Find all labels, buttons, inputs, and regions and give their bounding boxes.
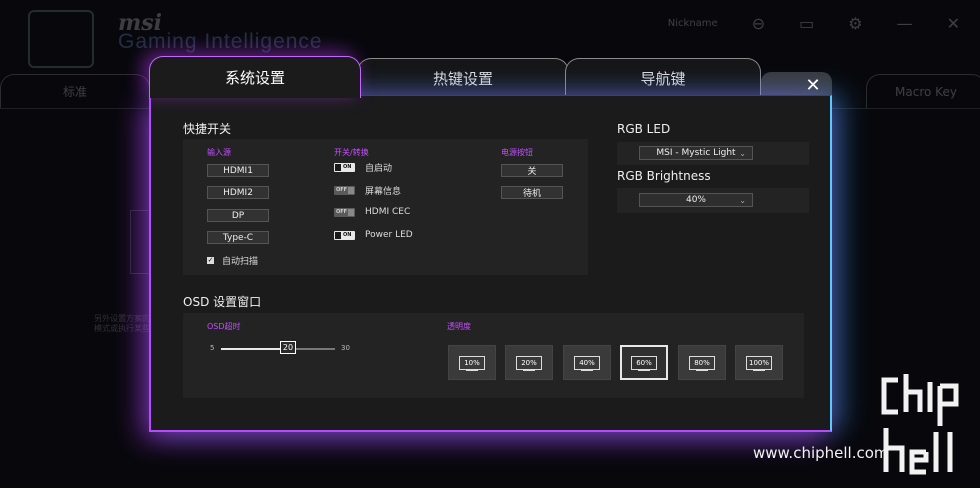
power-button-title: 电源按钮 [501, 148, 533, 157]
input-hdmi2-button[interactable]: HDMI2 [207, 186, 269, 199]
chevron-down-icon: ⌄ [739, 196, 746, 205]
osd-slider-thumb[interactable]: 20 [280, 341, 296, 354]
hdmi-cec-label: HDMI CEC [365, 207, 411, 217]
rgb-led-value: MSI - Mystic Light [656, 148, 736, 158]
transparency-10-button[interactable]: 10% [448, 345, 496, 380]
minus-circle-icon[interactable]: ⊖ [752, 14, 765, 33]
tab-navigation-keys[interactable]: 导航键 [565, 58, 761, 98]
monitor-icon: 20% [516, 355, 542, 371]
monitor-icon: 100% [746, 355, 772, 371]
input-source-title: 输入源 [207, 148, 231, 157]
toggle-row-screen-info: OFF 屏幕信息 [334, 184, 401, 197]
osd-timeout-max: 30 [341, 344, 350, 352]
power-led-label: Power LED [365, 230, 413, 240]
osd-timeout-min: 5 [210, 344, 215, 352]
quick-switch-title: 快捷开关 [183, 122, 232, 136]
input-hdmi1-button[interactable]: HDMI1 [207, 164, 269, 177]
autostart-toggle[interactable]: ON [334, 163, 355, 172]
nickname-label[interactable]: Nickname [668, 14, 718, 33]
transparency-100-button[interactable]: 100% [735, 345, 783, 380]
settings-dialog: 快捷开关 输入源 HDMI1 HDMI2 DP Type-C ✓ 自动扫描 开关… [149, 95, 832, 432]
quick-switch-panel: 输入源 HDMI1 HDMI2 DP Type-C ✓ 自动扫描 开关/转换 O… [183, 139, 588, 275]
monitor-icon: 80% [689, 355, 715, 371]
rgb-led-panel: MSI - Mystic Light ⌄ [617, 142, 809, 165]
minimize-icon[interactable]: — [897, 14, 913, 33]
toggle-row-power-led: ON Power LED [334, 230, 413, 240]
auto-scan-label: 自动扫描 [222, 257, 259, 267]
osd-timeout-title: OSD超时 [207, 322, 241, 331]
input-dp-button[interactable]: DP [207, 209, 269, 222]
monitor-icon: 60% [631, 355, 657, 371]
toggle-row-hdmi-cec: OFF HDMI CEC [334, 207, 410, 217]
transparency-80-button[interactable]: 80% [678, 345, 726, 380]
app-logo-icon [28, 10, 94, 68]
transparency-60-button[interactable]: 60% [620, 345, 668, 380]
transparency-title: 透明度 [447, 322, 471, 331]
dialog-close-button[interactable]: ✕ [800, 74, 826, 96]
bg-side-text: 另外设置方案的 模式或执行某些 [94, 314, 150, 333]
rgb-led-title: RGB LED [617, 122, 671, 136]
top-icons: Nickname ⊖ ▭ ⚙ — ✕ [668, 14, 960, 33]
rgb-brightness-value: 40% [685, 195, 706, 205]
app-title: Gaming Intelligence [118, 30, 323, 53]
toggle-title: 开关/转换 [334, 148, 369, 157]
power-standby-button[interactable]: 待机 [501, 186, 563, 199]
input-typec-button[interactable]: Type-C [207, 231, 269, 244]
gear-icon[interactable]: ⚙ [848, 14, 862, 33]
screen-info-label: 屏幕信息 [365, 187, 402, 197]
rgb-brightness-dropdown[interactable]: 40% ⌄ [639, 193, 753, 207]
close-icon[interactable]: ✕ [947, 14, 960, 33]
watermark-site: www.chiphell.com [753, 444, 889, 462]
transparency-20-button[interactable]: 20% [505, 345, 553, 380]
tab-standard[interactable]: 标准 [0, 74, 150, 108]
chevron-down-icon: ⌄ [739, 149, 746, 158]
screen-info-toggle[interactable]: OFF [334, 186, 355, 195]
toggle-row-autostart: ON 自启动 [334, 161, 392, 174]
monitor-icon: 10% [459, 355, 485, 371]
power-led-toggle[interactable]: ON [334, 230, 355, 240]
chiphell-logo-icon [881, 374, 959, 475]
autostart-label: 自启动 [365, 164, 393, 174]
settings-tabs: 热键设置 导航键 系统设置 [149, 56, 832, 98]
rgb-led-dropdown[interactable]: MSI - Mystic Light ⌄ [639, 146, 753, 160]
transparency-40-button[interactable]: 40% [563, 345, 611, 380]
tab-macro-key[interactable]: Macro Key [866, 74, 980, 108]
rgb-brightness-title: RGB Brightness [617, 169, 711, 183]
power-off-button[interactable]: 关 [501, 164, 563, 177]
osd-title: OSD 设置窗口 [183, 295, 262, 309]
osd-panel: OSD超时 5 20 30 透明度 10% 20% 40% 60% 80% 10… [183, 313, 804, 398]
tab-hotkey-settings[interactable]: 热键设置 [357, 58, 569, 98]
auto-scan-row[interactable]: ✓ 自动扫描 [207, 254, 258, 267]
auto-scan-checkbox[interactable]: ✓ [207, 257, 214, 264]
hdmi-cec-toggle[interactable]: OFF [334, 207, 355, 217]
osd-slider-fill [221, 348, 289, 350]
rgb-brightness-panel: 40% ⌄ [617, 188, 809, 213]
monitor-icon[interactable]: ▭ [799, 14, 814, 33]
monitor-icon: 40% [574, 355, 600, 371]
tab-system-settings[interactable]: 系统设置 [149, 56, 361, 98]
